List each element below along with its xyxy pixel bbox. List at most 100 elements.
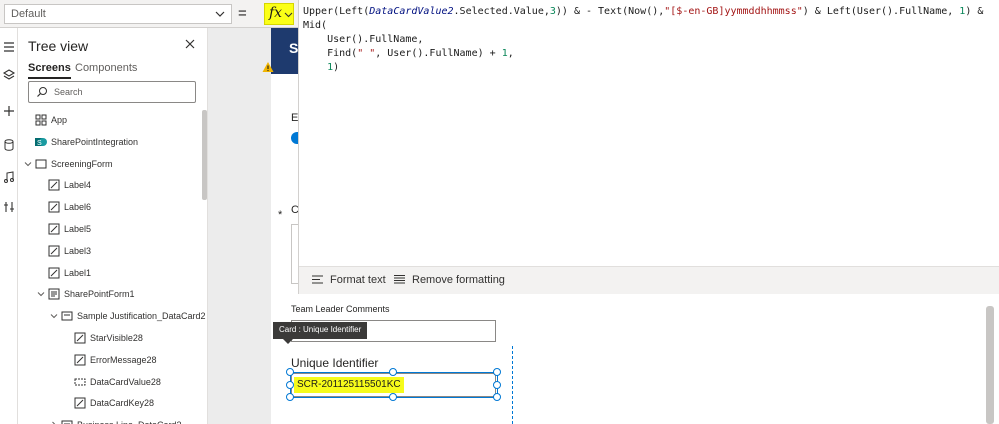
resize-handle-bottom-left[interactable] bbox=[286, 393, 294, 401]
tab-components[interactable]: Components bbox=[75, 62, 137, 74]
screen-header-text: S bbox=[289, 40, 299, 56]
tree-item[interactable]: Label3 bbox=[18, 241, 198, 261]
label-icon bbox=[74, 397, 86, 409]
formula-token: , bbox=[507, 48, 514, 59]
formula-token: DataCardValue2 bbox=[369, 6, 454, 17]
formula-line: Upper(Left(DataCardValue2.Selected.Value… bbox=[303, 5, 983, 19]
formula-line: Find(" ", User().FullName) + 1, bbox=[303, 47, 983, 61]
label-icon bbox=[48, 179, 60, 191]
tree-item-label: Sample Justification_DataCard2 bbox=[77, 311, 206, 322]
resize-handle-top-left[interactable] bbox=[286, 368, 294, 376]
resize-handle-top[interactable] bbox=[389, 368, 397, 376]
formula-token: , User().FullName) + bbox=[375, 48, 502, 59]
tree-item[interactable]: SharePointForm1 bbox=[18, 284, 198, 304]
tree-item[interactable]: App bbox=[18, 110, 198, 130]
tree-item-label: SharePointForm1 bbox=[64, 289, 135, 300]
tree-item-label: Label5 bbox=[64, 224, 92, 234]
media-icon[interactable] bbox=[2, 170, 16, 184]
advanced-tools-icon[interactable] bbox=[2, 200, 16, 214]
property-dropdown[interactable]: Default bbox=[4, 4, 232, 24]
sharepoint-icon: S bbox=[35, 137, 47, 147]
team-leader-comments-label: Team Leader Comments bbox=[291, 304, 390, 314]
tree-item[interactable]: DataCardKey28 bbox=[18, 393, 198, 413]
formula-line: 1) bbox=[303, 61, 983, 75]
tree-item[interactable]: ScreeningForm bbox=[18, 154, 198, 174]
formula-line: Mid( bbox=[303, 19, 983, 33]
tree-item-label: Label4 bbox=[64, 180, 92, 191]
formula-token: ) & bbox=[965, 6, 984, 17]
equals-sign: = bbox=[238, 5, 247, 22]
chevron-down-icon bbox=[215, 11, 225, 17]
tree-view-panel: Tree view Screens Components Search App S… bbox=[18, 28, 208, 424]
close-icon[interactable] bbox=[184, 38, 196, 50]
label-icon bbox=[74, 332, 86, 344]
tree-item[interactable]: Label4 bbox=[18, 175, 198, 195]
formula-token: Upper(Left( bbox=[303, 6, 370, 17]
tree-item-label: ScreeningForm bbox=[51, 158, 113, 169]
database-icon[interactable] bbox=[2, 138, 16, 152]
search-placeholder: Search bbox=[54, 87, 83, 97]
formula-token: ) & Left(User().FullName, bbox=[802, 6, 960, 17]
tree-item[interactable]: Label5 bbox=[18, 219, 198, 239]
formula-editor[interactable]: Upper(Left(DataCardValue2.Selected.Value… bbox=[298, 0, 999, 294]
tab-screens[interactable]: Screens bbox=[28, 62, 71, 79]
resize-handle-top-right[interactable] bbox=[493, 368, 501, 376]
formula-token: User().FullName, bbox=[303, 34, 424, 45]
warning-icon[interactable] bbox=[262, 61, 274, 73]
tree-item[interactable]: Label1 bbox=[18, 263, 198, 283]
resize-handle-bottom[interactable] bbox=[389, 393, 397, 401]
chevron-down-icon[interactable] bbox=[24, 160, 32, 168]
formula-token: ) bbox=[333, 62, 340, 73]
alignment-guide bbox=[512, 346, 513, 424]
tree-item-label: Label3 bbox=[64, 245, 92, 256]
tree-item-label: ErrorMessage28 bbox=[90, 354, 157, 365]
textinput-icon bbox=[74, 378, 86, 386]
format-text-icon bbox=[312, 275, 323, 284]
formula-toolbar: Format text Remove formatting bbox=[299, 266, 999, 294]
search-icon bbox=[37, 87, 47, 97]
remove-formatting-icon bbox=[394, 274, 405, 284]
svg-text:S: S bbox=[37, 140, 42, 147]
tree-item-label: DataCardKey28 bbox=[90, 398, 155, 409]
fx-button[interactable]: fx bbox=[264, 3, 294, 25]
tree-search-input[interactable]: Search bbox=[28, 81, 196, 103]
resize-handle-left[interactable] bbox=[286, 381, 294, 389]
tooltip-arrow bbox=[283, 339, 293, 344]
property-dropdown-value: Default bbox=[11, 8, 46, 20]
label-icon bbox=[74, 354, 86, 366]
tree-item[interactable]: Sample Justification_DataCard2 bbox=[18, 306, 206, 326]
resize-handle-bottom-right[interactable] bbox=[493, 393, 501, 401]
tree-item[interactable]: Label6 bbox=[18, 197, 198, 217]
tree-item[interactable]: S SharePointIntegration bbox=[18, 132, 198, 152]
chevron-down-icon[interactable] bbox=[37, 290, 45, 298]
tree-item[interactable]: StarVisible28 bbox=[18, 328, 198, 348]
tree-item[interactable]: DataCardValue28 bbox=[18, 372, 198, 392]
label-icon bbox=[48, 245, 60, 257]
formula-token: .Selected.Value, bbox=[453, 6, 550, 17]
hamburger-icon[interactable] bbox=[2, 40, 16, 54]
formula-line: User().FullName, bbox=[303, 33, 983, 47]
app-icon bbox=[35, 114, 47, 126]
layers-icon[interactable] bbox=[2, 68, 16, 82]
tree-item-label: SharePointIntegration bbox=[51, 136, 139, 147]
tree-item-label: StarVisible28 bbox=[90, 333, 143, 343]
formula-text[interactable]: Upper(Left(DataCardValue2.Selected.Value… bbox=[303, 5, 983, 75]
tree-item-label: DataCardValue28 bbox=[90, 376, 161, 387]
remove-formatting-button[interactable]: Remove formatting bbox=[393, 273, 505, 286]
plus-icon[interactable] bbox=[2, 104, 16, 118]
tree-item[interactable]: ErrorMessage28 bbox=[18, 350, 198, 370]
canvas-scrollbar[interactable] bbox=[986, 306, 994, 424]
tree-item[interactable]: Business Line_DataCard2 bbox=[18, 415, 198, 424]
format-text-button[interactable]: Format text bbox=[311, 273, 386, 286]
chevron-down-icon bbox=[284, 12, 293, 18]
label-icon bbox=[48, 201, 60, 213]
tree-view-title: Tree view bbox=[28, 38, 89, 54]
tree-item-label: Label1 bbox=[64, 267, 92, 278]
resize-handle-right[interactable] bbox=[493, 381, 501, 389]
formula-token: " " bbox=[357, 48, 376, 59]
tree-item-label: App bbox=[51, 115, 68, 125]
label-icon bbox=[48, 223, 60, 235]
tree-scrollbar[interactable] bbox=[202, 110, 207, 200]
card-icon bbox=[61, 311, 73, 321]
chevron-down-icon[interactable] bbox=[50, 312, 58, 320]
